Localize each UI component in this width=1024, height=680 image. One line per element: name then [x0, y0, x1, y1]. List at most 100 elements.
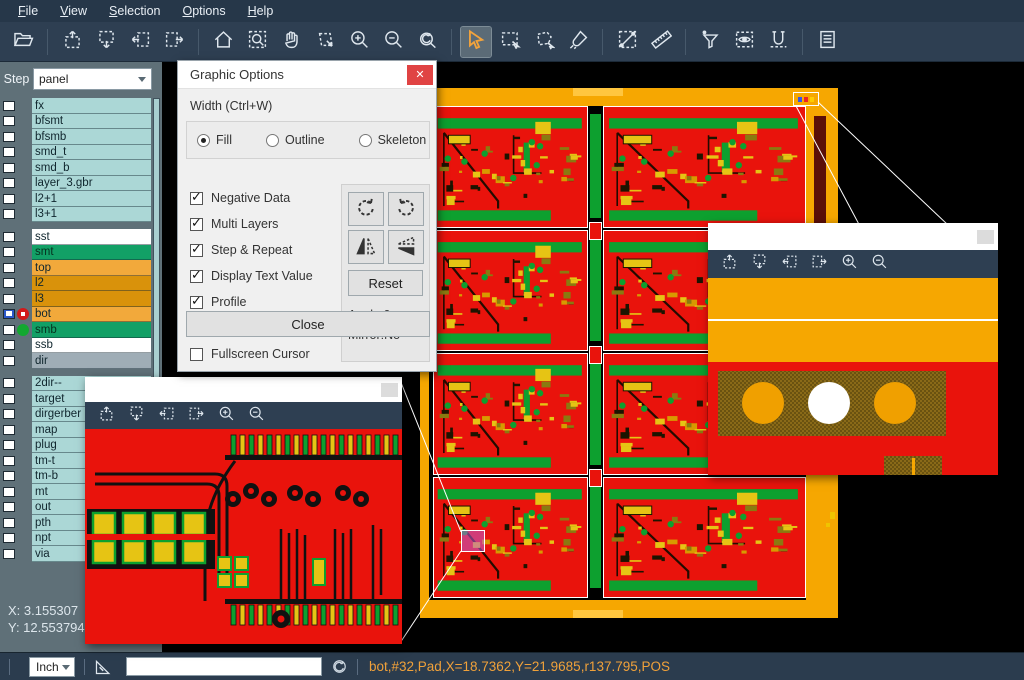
menu-options[interactable]: Options: [172, 2, 235, 20]
checkbox-row-negative-data[interactable]: Negative Data: [190, 185, 313, 211]
layer-row-dir[interactable]: dir: [0, 353, 162, 369]
layer-visibility-checkbox[interactable]: [3, 356, 15, 366]
menu-view[interactable]: View: [50, 2, 97, 20]
zoom-in-button[interactable]: [344, 27, 374, 57]
layer-visibility-checkbox[interactable]: [3, 263, 15, 273]
menu-selection[interactable]: Selection: [99, 2, 170, 20]
zoom-in-button[interactable]: [214, 405, 238, 427]
filter-tool-button[interactable]: [695, 27, 725, 57]
refresh-icon[interactable]: [331, 658, 348, 675]
layer-row-fx[interactable]: fx: [0, 98, 162, 114]
pan-hand-button[interactable]: [276, 27, 306, 57]
layer-row-smb[interactable]: smb: [0, 322, 162, 338]
layer-row-bfsmb[interactable]: bfsmb: [0, 129, 162, 145]
layer-visibility-checkbox[interactable]: [3, 132, 15, 142]
pan-down-button[interactable]: [124, 405, 148, 427]
magnifier-2-title-bar[interactable]: [708, 223, 998, 250]
layer-visibility-checkbox[interactable]: [3, 178, 15, 188]
pan-right-button[interactable]: [159, 27, 189, 57]
layer-row-ssb[interactable]: ssb: [0, 338, 162, 354]
layer-row-top[interactable]: top: [0, 260, 162, 276]
layer-row-l3[interactable]: l3: [0, 291, 162, 307]
layer-row-sst[interactable]: sst: [0, 229, 162, 245]
layer-name[interactable]: sst: [32, 229, 151, 245]
layer-visibility-checkbox[interactable]: [3, 394, 15, 404]
measure-distance-button[interactable]: [612, 27, 642, 57]
checkbox-icon[interactable]: [190, 192, 203, 205]
layer-row-l3+1[interactable]: l3+1: [0, 207, 162, 223]
layer-row-smd_t[interactable]: smd_t: [0, 145, 162, 161]
pan-up-button[interactable]: [57, 27, 87, 57]
layer-name[interactable]: smt: [32, 245, 151, 261]
layer-visibility-checkbox[interactable]: [3, 101, 15, 111]
layer-name[interactable]: ssb: [32, 338, 151, 354]
menu-help[interactable]: Help: [238, 2, 284, 20]
layer-visibility-checkbox[interactable]: [3, 325, 15, 335]
window-button-icon[interactable]: [977, 230, 994, 244]
brush-tool-button[interactable]: [563, 27, 593, 57]
dialog-title-bar[interactable]: Graphic Options ✕: [178, 61, 436, 89]
zoom-home-button[interactable]: [208, 27, 238, 57]
layer-name[interactable]: dir: [32, 353, 151, 369]
layer-name[interactable]: fx: [32, 98, 151, 114]
reset-button[interactable]: Reset: [348, 270, 423, 296]
layer-visibility-checkbox[interactable]: [3, 549, 15, 559]
layer-visibility-checkbox[interactable]: [3, 232, 15, 242]
close-button[interactable]: Close: [186, 311, 430, 337]
zoom-in-button[interactable]: [837, 253, 861, 275]
layer-name[interactable]: smd_b: [32, 160, 151, 176]
report-tool-button[interactable]: [812, 27, 842, 57]
layer-visibility-checkbox[interactable]: [3, 278, 15, 288]
magnifier-1-title-bar[interactable]: [85, 377, 402, 402]
step-select[interactable]: panel: [33, 68, 152, 90]
checkbox-row-step-repeat[interactable]: Step & Repeat: [190, 237, 313, 263]
menu-file[interactable]: File: [8, 2, 48, 20]
layer-name[interactable]: l3: [32, 291, 151, 307]
dialog-close-icon[interactable]: ✕: [407, 65, 433, 85]
mirror-horizontal-button[interactable]: [348, 230, 384, 264]
checkbox-row-multi-layers[interactable]: Multi Layers: [190, 211, 313, 237]
pan-down-button[interactable]: [91, 27, 121, 57]
magnifier-2-view[interactable]: [708, 278, 998, 475]
checkbox-row-display-text-value[interactable]: Display Text Value: [190, 263, 313, 289]
layer-visibility-checkbox[interactable]: [3, 209, 15, 219]
pan-right-button[interactable]: [184, 405, 208, 427]
layer-row-bfsmt[interactable]: bfsmt: [0, 114, 162, 130]
layer-visibility-checkbox[interactable]: [3, 247, 15, 257]
layer-visibility-checkbox[interactable]: [3, 425, 15, 435]
layer-name[interactable]: bfsmb: [32, 129, 151, 145]
layer-row-smd_b[interactable]: smd_b: [0, 160, 162, 176]
layer-visibility-checkbox[interactable]: [3, 409, 15, 419]
pan-down-button[interactable]: [747, 253, 771, 275]
radio-outline[interactable]: Outline: [266, 133, 325, 147]
radio-fill[interactable]: Fill: [197, 133, 232, 147]
layer-visibility-checkbox[interactable]: [3, 116, 15, 126]
layer-row-l2+1[interactable]: l2+1: [0, 191, 162, 207]
snap-tool-button[interactable]: [763, 27, 793, 57]
layer-name[interactable]: l2+1: [32, 191, 151, 207]
pan-up-button[interactable]: [94, 405, 118, 427]
rotate-cw-button[interactable]: [348, 192, 384, 226]
command-input[interactable]: [126, 657, 322, 676]
zoom-out-button[interactable]: [244, 405, 268, 427]
layer-name[interactable]: smb: [32, 322, 151, 338]
layer-name[interactable]: bfsmt: [32, 114, 151, 130]
zoom-out-button[interactable]: [378, 27, 408, 57]
layer-name[interactable]: layer_3.gbr: [32, 176, 151, 192]
layer-row-l2[interactable]: l2: [0, 276, 162, 292]
layer-visibility-checkbox[interactable]: [3, 194, 15, 204]
radio-skeleton[interactable]: Skeleton: [359, 133, 427, 147]
layer-visibility-checkbox[interactable]: [3, 294, 15, 304]
layer-row-smt[interactable]: smt: [0, 245, 162, 261]
pan-left-button[interactable]: [125, 27, 155, 57]
layer-visibility-checkbox[interactable]: [3, 471, 15, 481]
pan-left-button[interactable]: [777, 253, 801, 275]
layer-visibility-checkbox[interactable]: [3, 378, 15, 388]
layer-row-bot[interactable]: bot: [0, 307, 162, 323]
ruler-tool-button[interactable]: [646, 27, 676, 57]
layer-visibility-checkbox[interactable]: [3, 487, 15, 497]
layer-visibility-checkbox[interactable]: [3, 147, 15, 157]
layer-row-layer_3.gbr[interactable]: layer_3.gbr: [0, 176, 162, 192]
checkbox-icon[interactable]: [190, 296, 203, 309]
poly-select-button[interactable]: [529, 27, 559, 57]
